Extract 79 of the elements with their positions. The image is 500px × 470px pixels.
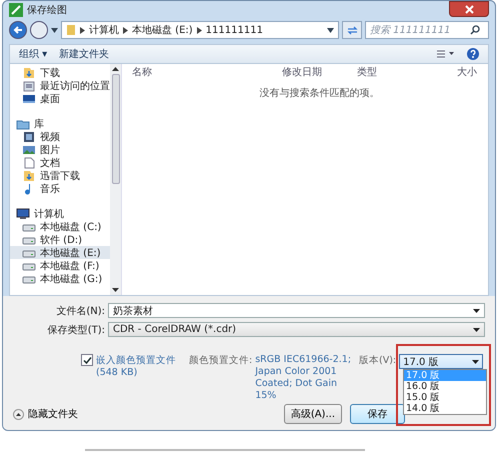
nav-item[interactable]: 桌面 xyxy=(10,92,110,106)
help-icon xyxy=(467,48,479,60)
caret-icon xyxy=(473,328,480,332)
file-type-dropdown[interactable]: CDR - CorelDRAW (*.cdr) xyxy=(108,322,485,337)
scroll-down-icon xyxy=(112,288,119,292)
nav-item[interactable]: 文档 xyxy=(10,156,110,170)
color-profile-value: sRGB IEC61966-2.1; Japan Color 2001 Coated; Dot Gain 15% xyxy=(255,354,352,403)
view-list-icon xyxy=(437,50,455,58)
picture-icon xyxy=(22,144,36,156)
forward-button[interactable] xyxy=(30,21,48,40)
checkbox[interactable] xyxy=(81,354,93,366)
nav-item[interactable]: 计算机 xyxy=(10,207,110,220)
nav-item[interactable]: 库 xyxy=(10,117,110,130)
field-label: 保存类型(T): xyxy=(46,324,106,336)
refresh-icon xyxy=(346,26,358,35)
collapse-icon xyxy=(13,408,24,420)
search-icon xyxy=(470,25,480,36)
document-icon xyxy=(22,156,36,169)
column-header[interactable]: 类型 xyxy=(357,65,457,80)
checkbox-label[interactable]: 嵌入颜色预置文件 (548 KB) xyxy=(96,354,189,378)
caret-icon xyxy=(327,28,334,33)
refresh-button[interactable] xyxy=(342,21,362,40)
close-button[interactable] xyxy=(449,1,489,17)
column-header[interactable]: 大小 xyxy=(457,65,497,80)
folder-icon xyxy=(66,24,76,36)
breadcrumb[interactable]: 计算机 xyxy=(89,23,119,38)
hide-folders-button[interactable]: 隐藏文件夹 xyxy=(13,407,78,421)
dropdown-option[interactable]: 15.0 版 xyxy=(404,392,486,403)
nav-item[interactable]: 本地磁盘 (F:) xyxy=(10,259,110,272)
organize-menu[interactable]: 组织 ▾ xyxy=(16,46,50,62)
breadcrumb[interactable]: 111111111 xyxy=(206,24,263,36)
desktop-icon xyxy=(22,92,36,105)
caret-icon xyxy=(472,360,480,364)
library-icon xyxy=(16,118,30,130)
search-field[interactable]: 搜索 111111111 xyxy=(365,21,489,40)
breadcrumb-arrow-icon xyxy=(80,26,85,34)
empty-message: 没有与搜索条件匹配的项。 xyxy=(258,86,380,100)
nav-item[interactable]: 本地磁盘 (E:) xyxy=(10,246,110,260)
nav-item[interactable]: 图片 xyxy=(10,143,110,156)
scrollbar[interactable] xyxy=(110,64,121,295)
back-button[interactable] xyxy=(9,21,27,40)
new-folder-button[interactable]: 新建文件夹 xyxy=(56,46,112,62)
breadcrumb-arrow-icon xyxy=(123,26,128,34)
scroll-up-icon xyxy=(112,67,119,72)
field-label: 版本(V): xyxy=(359,354,396,368)
app-icon xyxy=(9,3,23,18)
recent-places-icon xyxy=(22,80,36,92)
download-icon xyxy=(22,170,36,182)
download-icon xyxy=(22,66,36,79)
help-button[interactable] xyxy=(464,46,482,61)
nav-item[interactable]: 迅雷下载 xyxy=(10,169,110,182)
breadcrumb-arrow-icon xyxy=(196,26,202,34)
scroll-thumb[interactable] xyxy=(112,74,120,184)
version-dropdown[interactable]: 17.0 版 xyxy=(399,354,484,369)
nav-item[interactable]: 最近访问的位置 xyxy=(10,79,110,92)
close-icon xyxy=(464,4,474,14)
nav-item[interactable]: 软件 (D:) xyxy=(10,233,110,246)
dropdown-option[interactable]: 16.0 版 xyxy=(404,381,486,392)
column-header[interactable]: 名称 xyxy=(122,65,282,80)
back-arrow-icon xyxy=(13,25,23,36)
nav-item[interactable]: 视频 xyxy=(10,130,110,144)
caret-icon xyxy=(51,28,58,33)
filename-field[interactable]: 奶茶素材 xyxy=(108,303,485,318)
window-title: 保存绘图 xyxy=(27,4,67,18)
save-button[interactable]: 保存 xyxy=(350,404,405,424)
address-bar[interactable]: 计算机 本地磁盘 (E:) 111111111 xyxy=(61,21,339,40)
field-label: 文件名(N): xyxy=(55,304,106,318)
computer-icon xyxy=(16,208,30,220)
nav-item[interactable]: 本地磁盘 (G:) xyxy=(10,272,110,286)
breadcrumb[interactable]: 本地磁盘 (E:) xyxy=(132,23,193,38)
column-header[interactable]: 修改日期 xyxy=(282,65,357,80)
dropdown-option[interactable]: 14.0 版 xyxy=(404,403,486,414)
nav-item[interactable]: 下载 xyxy=(10,66,110,80)
field-label: 颜色预置文件: xyxy=(189,354,252,368)
nav-item[interactable]: 音乐 xyxy=(10,182,110,196)
nav-item[interactable]: 本地磁盘 (C:) xyxy=(10,220,110,234)
film-icon xyxy=(22,130,36,143)
advanced-button[interactable]: 高级(A)... xyxy=(284,404,342,424)
caret-icon xyxy=(473,308,480,312)
